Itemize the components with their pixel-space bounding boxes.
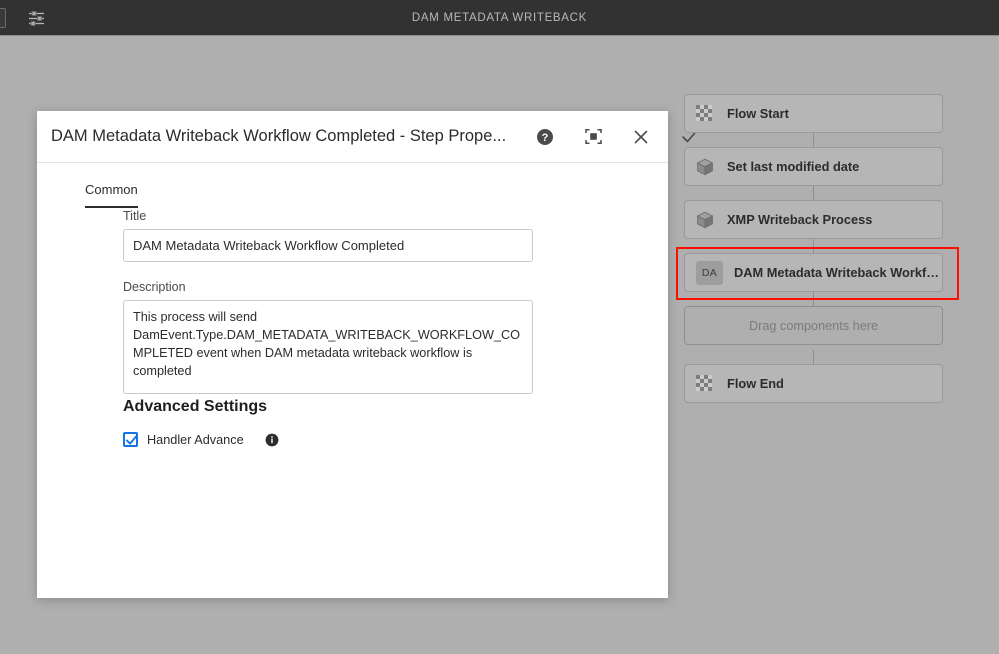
flow-node-flow-start[interactable]: Flow Start [684, 94, 943, 133]
flow-dropzone[interactable]: Drag components here [684, 306, 943, 345]
description-field-label: Description [123, 280, 533, 294]
description-textarea[interactable] [123, 300, 533, 394]
flow-node-label: Flow Start [727, 106, 789, 121]
flow-connector [813, 292, 814, 306]
avatar: DA [696, 261, 723, 285]
dialog-header: DAM Metadata Writeback Workflow Complete… [37, 111, 668, 163]
flow-connector [813, 133, 814, 147]
advanced-settings-heading: Advanced Settings [123, 398, 267, 416]
dialog-tabs: Common [85, 181, 138, 208]
package-box-icon [696, 158, 714, 176]
dialog-title: DAM Metadata Writeback Workflow Complete… [51, 127, 506, 146]
dialog-action-buttons: ? [532, 124, 702, 150]
flow-connector [813, 186, 814, 200]
title-input[interactable] [123, 229, 533, 262]
flow-dropzone-label: Drag components here [749, 319, 878, 333]
app-title: DAM METADATA WRITEBACK [0, 0, 999, 36]
top-bar: DAM METADATA WRITEBACK [0, 0, 999, 36]
flow-connector [813, 350, 814, 364]
app-root: DAM METADATA WRITEBACK DAM Metadata Writ… [0, 0, 999, 654]
flow-node-flow-end[interactable]: Flow End [684, 364, 943, 403]
flow-node-xmp-writeback-process[interactable]: XMP Writeback Process [684, 200, 943, 239]
svg-text:?: ? [542, 132, 549, 144]
step-properties-dialog: DAM Metadata Writeback Workflow Complete… [37, 111, 668, 598]
tab-common[interactable]: Common [85, 182, 138, 208]
checkerboard-icon [696, 105, 714, 123]
flow-node-label: Flow End [727, 376, 784, 391]
flow-node-label: Set last modified date [727, 159, 859, 174]
handler-advance-row: Handler Advance [123, 432, 279, 447]
flow-node-label: DAM Metadata Writeback Workflow C... [734, 265, 942, 280]
flow-node-label: XMP Writeback Process [727, 212, 872, 227]
handler-advance-label: Handler Advance [147, 433, 244, 447]
close-icon[interactable] [628, 124, 654, 150]
flow-node-dam-metadata-writeback-workflow-completed[interactable]: DA DAM Metadata Writeback Workflow C... [684, 253, 943, 292]
flow-node-set-last-modified-date[interactable]: Set last modified date [684, 147, 943, 186]
handler-advance-checkbox[interactable] [123, 432, 138, 447]
flow-connector [813, 239, 814, 253]
dialog-form: Title Description [123, 209, 533, 399]
checkerboard-icon [696, 375, 714, 393]
package-box-icon [696, 211, 714, 229]
info-icon[interactable] [265, 433, 279, 447]
fullscreen-icon[interactable] [580, 124, 606, 150]
title-field-label: Title [123, 209, 533, 223]
help-icon[interactable]: ? [532, 124, 558, 150]
